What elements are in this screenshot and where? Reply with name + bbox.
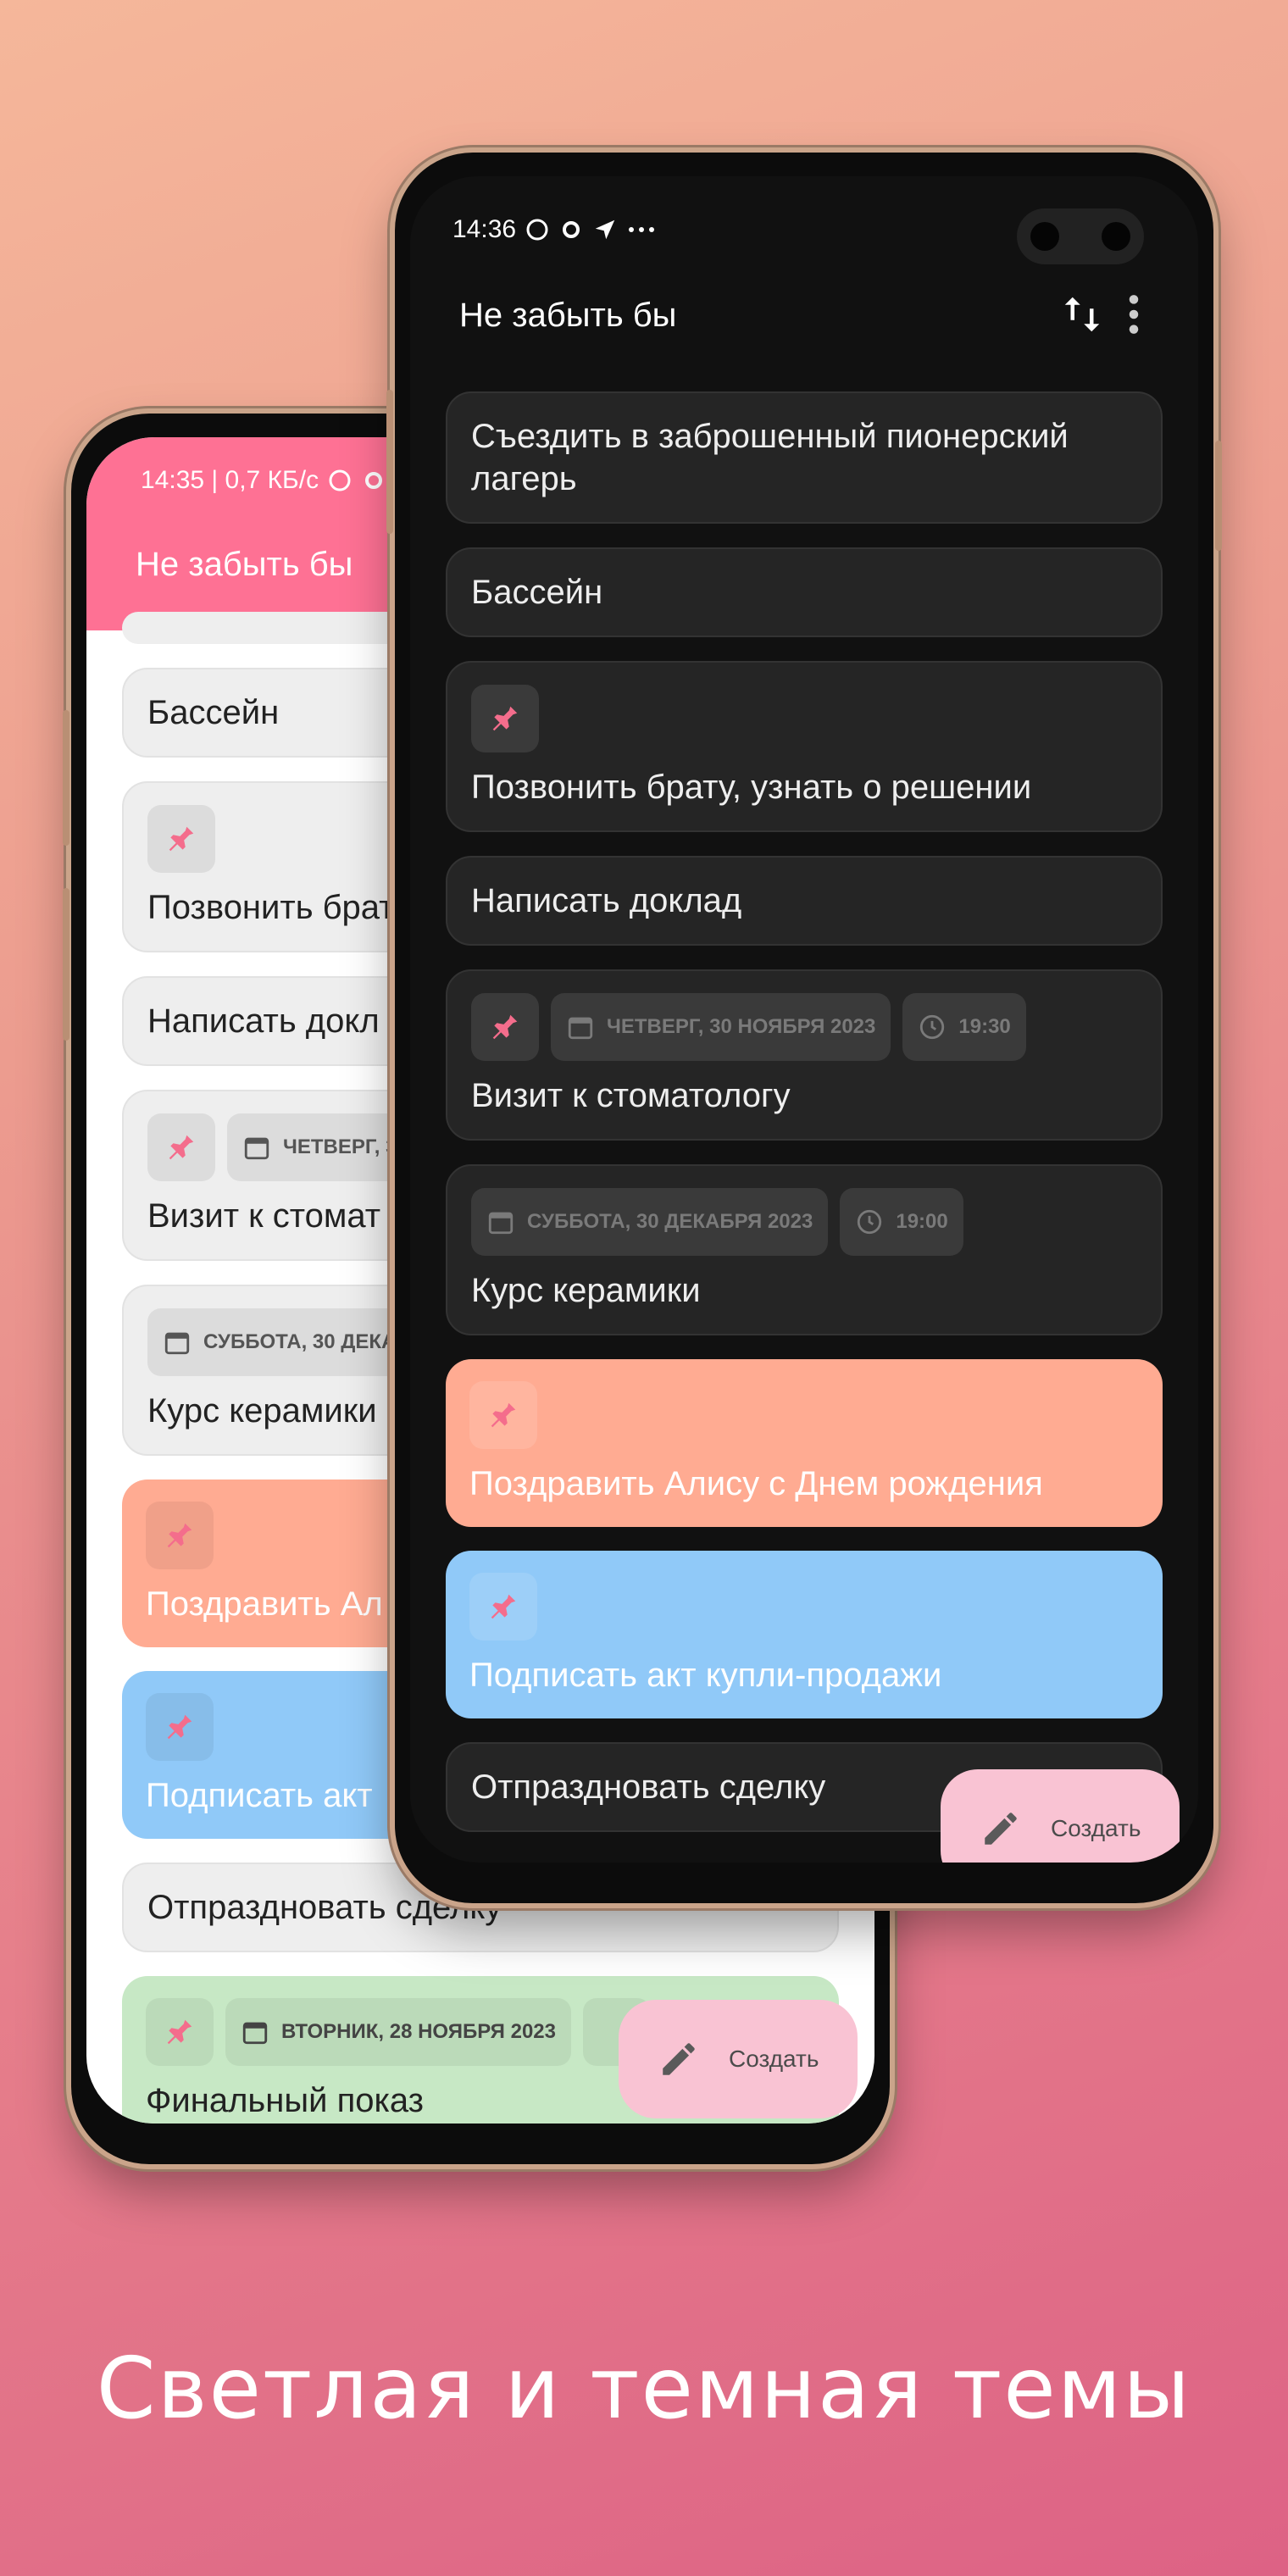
date-label: ВТОРНИК, 28 НОЯБРЯ 2023 xyxy=(281,2020,556,2043)
note-card[interactable]: Позвонить брату, узнать о решении xyxy=(446,661,1163,832)
pin-icon xyxy=(165,1131,197,1163)
note-card[interactable]: ЧЕТВЕРГ, 30 НОЯБРЯ 2023 19:30 Визит к ст… xyxy=(446,969,1163,1141)
whatsapp-icon xyxy=(327,468,353,493)
pin-icon xyxy=(487,1591,519,1623)
settings-gear-icon xyxy=(361,468,386,493)
note-text: Курс керамики xyxy=(471,1272,701,1309)
calendar-icon xyxy=(486,1208,515,1236)
pin-chip[interactable] xyxy=(471,993,539,1061)
create-fab[interactable]: Создать xyxy=(619,2000,858,2118)
note-text: Поздравить Алису с Днем рождения xyxy=(469,1465,1043,1502)
dark-status-bar: 14:36 xyxy=(452,215,657,244)
pin-chip[interactable] xyxy=(147,805,215,873)
calendar-icon xyxy=(566,1013,595,1041)
navigation-arrow-icon xyxy=(592,217,618,242)
time-label: 19:30 xyxy=(958,1015,1011,1038)
pin-chip[interactable] xyxy=(469,1381,537,1449)
front-camera xyxy=(1017,208,1144,264)
pin-chip[interactable] xyxy=(146,1998,214,2066)
light-status-bar: 14:35 | 0,7 КБ/с xyxy=(141,466,386,495)
time-chip[interactable]: 19:30 xyxy=(902,993,1026,1061)
note-text: Написать доклад xyxy=(471,882,742,919)
status-time: 14:36 xyxy=(452,215,517,243)
pin-icon xyxy=(164,2016,196,2048)
pin-chip[interactable] xyxy=(469,1573,537,1641)
dark-phone-mockup: 14:36 Не забыть бы Съездить в заброшенны… xyxy=(386,153,1222,1903)
date-label: ЧЕТВЕРГ, 30 НОЯБРЯ 2023 xyxy=(607,1015,876,1038)
clock-icon xyxy=(855,1208,884,1236)
note-card[interactable]: Подписать акт купли-продажи xyxy=(446,1551,1163,1718)
time-chip[interactable]: 19:00 xyxy=(840,1188,963,1256)
note-card[interactable]: Бассейн xyxy=(446,547,1163,637)
note-text: Съездить в заброшенный пионерский лагерь xyxy=(471,418,1069,497)
date-label: СУББОТА, 30 ДЕКАБРЯ 2023 xyxy=(527,1210,813,1233)
time-label: 19:00 xyxy=(896,1210,948,1233)
date-chip[interactable]: СУББОТА, 30 ДЕКАБРЯ 2023 xyxy=(471,1188,829,1256)
pin-icon xyxy=(164,1519,196,1552)
create-fab[interactable]: Создать xyxy=(941,1769,1180,1863)
pin-icon xyxy=(164,1711,196,1743)
dark-note-list[interactable]: Съездить в заброшенный пионерский лагерь… xyxy=(446,391,1163,1856)
pin-chip[interactable] xyxy=(147,1113,215,1181)
date-label: СУББОТА, 30 ДЕКАБ xyxy=(203,1330,411,1353)
whatsapp-icon xyxy=(525,217,550,242)
phone-side-button xyxy=(63,888,69,1041)
pin-chip[interactable] xyxy=(146,1502,214,1569)
note-text: Позвонить брату, узнать о решении xyxy=(471,769,1032,806)
note-card[interactable]: Поздравить Алису с Днем рождения xyxy=(446,1359,1163,1527)
clock-icon xyxy=(918,1013,947,1041)
phone-side-button xyxy=(63,710,69,846)
note-text: Визит к стоматологу xyxy=(471,1077,791,1114)
pin-icon xyxy=(489,702,521,735)
date-label: ЧЕТВЕРГ, 30 xyxy=(283,1135,408,1158)
create-label: Создать xyxy=(729,2046,819,2072)
pin-chip[interactable] xyxy=(146,1693,214,1761)
pin-chip[interactable] xyxy=(471,685,539,752)
date-chip[interactable]: СУББОТА, 30 ДЕКАБ xyxy=(147,1308,426,1376)
pin-icon xyxy=(489,1011,521,1043)
create-label: Создать xyxy=(1051,1815,1141,1841)
settings-gear-icon xyxy=(558,217,584,242)
note-card[interactable]: Написать доклад xyxy=(446,856,1163,946)
pencil-icon xyxy=(980,1807,1022,1850)
sort-icon[interactable] xyxy=(1059,291,1105,337)
light-app-title: Не забыть бы xyxy=(136,546,353,583)
pin-icon xyxy=(487,1399,519,1431)
pencil-icon xyxy=(658,2038,700,2080)
calendar-icon xyxy=(163,1328,192,1357)
note-card[interactable]: Съездить в заброшенный пионерский лагерь xyxy=(446,391,1163,524)
calendar-icon xyxy=(242,1133,271,1162)
date-chip[interactable]: ВТОРНИК, 28 НОЯБРЯ 2023 xyxy=(225,1998,571,2066)
note-card[interactable]: СУББОТА, 30 ДЕКАБРЯ 2023 19:00 Курс кера… xyxy=(446,1164,1163,1335)
more-vert-icon[interactable] xyxy=(1115,291,1152,337)
promo-caption: Светлая и темная темы xyxy=(96,2339,1192,2438)
pin-icon xyxy=(165,823,197,855)
date-chip[interactable]: ЧЕТВЕРГ, 30 НОЯБРЯ 2023 xyxy=(551,993,891,1061)
status-time: 14:35 | 0,7 КБ/с xyxy=(141,466,319,494)
note-text: Бассейн xyxy=(471,574,603,611)
more-notifications-icon xyxy=(626,217,657,242)
note-text: Подписать акт купли-продажи xyxy=(469,1657,942,1694)
dark-screen: 14:36 Не забыть бы Съездить в заброшенны… xyxy=(410,176,1198,1863)
calendar-icon xyxy=(241,2018,269,2046)
dark-app-title: Не забыть бы xyxy=(459,297,677,334)
phone-side-button xyxy=(386,390,393,534)
phone-side-button xyxy=(1215,441,1222,551)
